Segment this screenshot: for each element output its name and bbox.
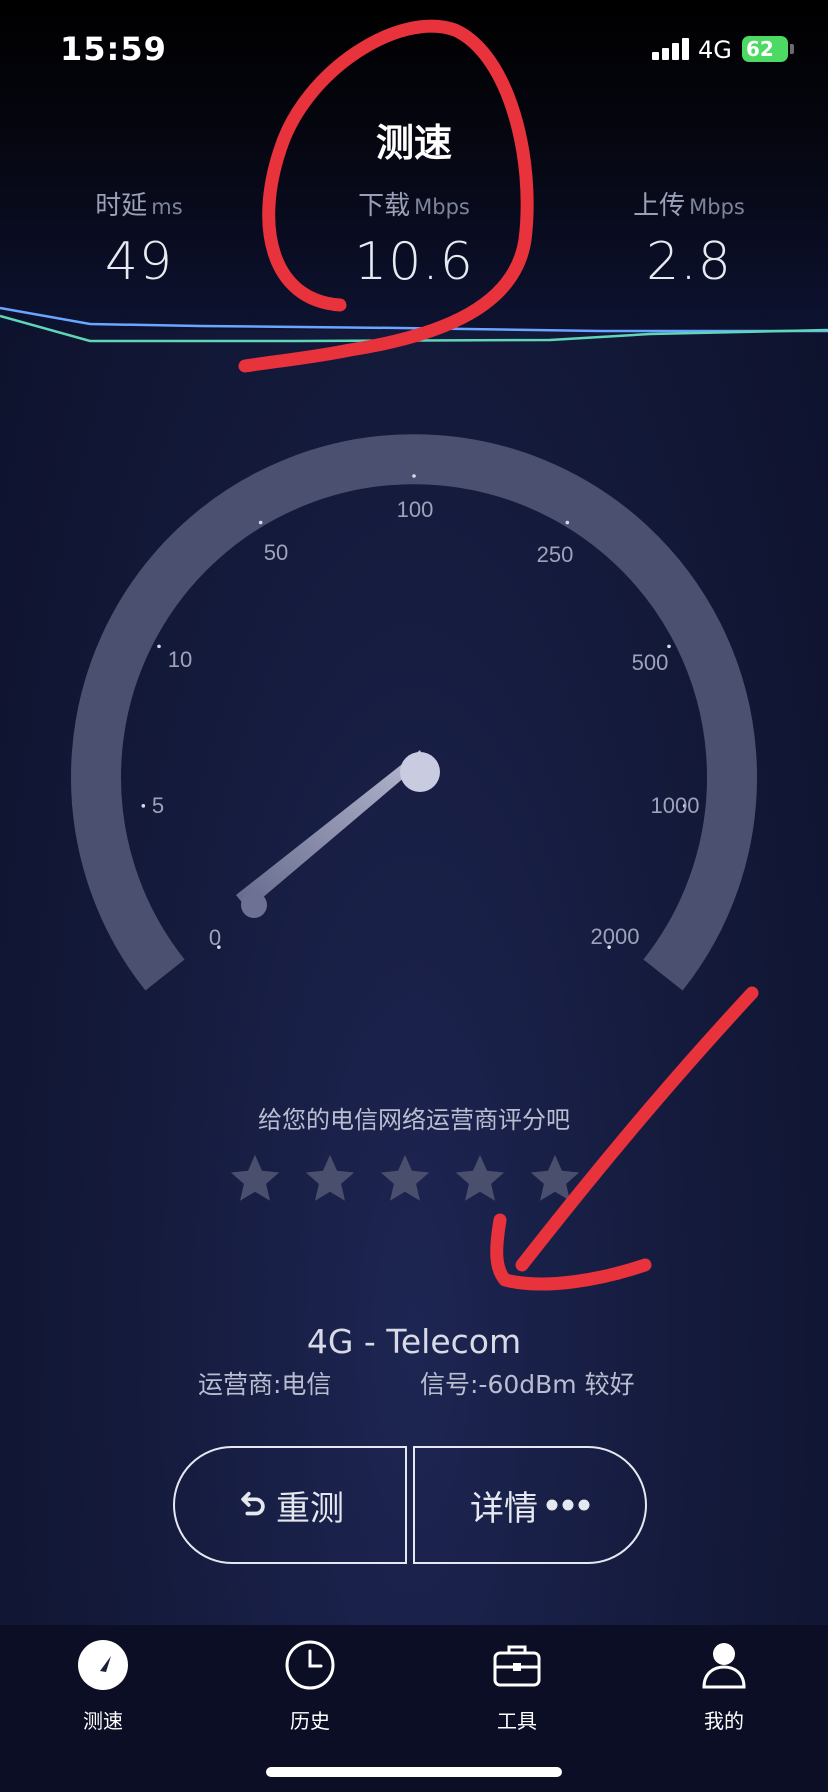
gauge-tick-label: 50 bbox=[264, 540, 288, 565]
tab-speedtest[interactable]: 测速 bbox=[43, 1637, 163, 1734]
carrier-label: 运营商:电信 bbox=[198, 1370, 332, 1399]
gauge-tick-dot bbox=[141, 804, 146, 808]
download-trace bbox=[0, 306, 828, 333]
status-time: 15:59 bbox=[60, 30, 167, 68]
gauge-needle bbox=[236, 750, 425, 910]
gauge-tick-label: 250 bbox=[537, 542, 574, 567]
tab-tools-label: 工具 bbox=[497, 1709, 537, 1733]
gauge-needle-tip bbox=[400, 752, 440, 792]
latency-value: 49 bbox=[104, 232, 174, 292]
latency-unit: ms bbox=[151, 195, 183, 219]
tab-history[interactable]: 历史 bbox=[250, 1637, 370, 1734]
toolbox-icon bbox=[489, 1637, 545, 1693]
annotation-arrow bbox=[490, 986, 759, 1291]
rating-prompt: 给您的电信网络运营商评分吧 bbox=[258, 1106, 570, 1134]
rating-stars bbox=[226, 1150, 606, 1210]
upload-value: 2.8 bbox=[646, 232, 732, 292]
download-label: 下载 bbox=[358, 191, 411, 221]
gauge-tick-dot bbox=[667, 644, 671, 649]
details-button[interactable]: 详情 bbox=[413, 1446, 647, 1564]
gauge-tick-dot bbox=[258, 520, 263, 525]
rating-star-1[interactable] bbox=[226, 1150, 284, 1208]
battery-tip bbox=[790, 44, 794, 54]
gauge-tick-dot bbox=[412, 474, 416, 478]
gauge-track bbox=[71, 434, 757, 991]
speed-trace-lines bbox=[0, 306, 828, 343]
rating-star-4[interactable] bbox=[451, 1150, 509, 1208]
latency-metric: 时延 ms 49 bbox=[19, 185, 259, 292]
clock-icon bbox=[282, 1637, 338, 1693]
gauge-tick-label: 0 bbox=[209, 925, 221, 950]
signal-strength-label: 信号:-60dBm 较好 bbox=[420, 1370, 635, 1399]
gauge-tick-dot bbox=[565, 520, 570, 525]
download-unit: Mbps bbox=[414, 195, 470, 219]
retest-button[interactable]: 重测 bbox=[173, 1446, 407, 1564]
gauge-tick-label: 1000 bbox=[651, 793, 700, 818]
tab-history-label: 历史 bbox=[290, 1709, 330, 1733]
battery-icon: 62 bbox=[742, 36, 788, 62]
tab-speedtest-label: 测速 bbox=[83, 1709, 123, 1733]
rating-star-3[interactable] bbox=[376, 1150, 434, 1208]
upload-label: 上传 bbox=[633, 191, 686, 221]
gauge-needle-base bbox=[241, 892, 267, 918]
tab-profile[interactable]: 我的 bbox=[664, 1637, 784, 1734]
download-metric: 下载 Mbps 10.6 bbox=[294, 185, 534, 292]
latency-label: 时延 bbox=[95, 191, 148, 221]
gauge-tick-label: 5 bbox=[152, 793, 164, 818]
battery-level: 62 bbox=[746, 37, 774, 61]
page-title: 测速 bbox=[375, 121, 452, 165]
retest-icon bbox=[236, 1488, 270, 1522]
action-buttons: 重测 详情 bbox=[173, 1446, 651, 1566]
network-type: 4G bbox=[698, 36, 732, 64]
download-value: 10.6 bbox=[354, 232, 474, 292]
gauge-tick-label: 2000 bbox=[591, 924, 640, 949]
home-indicator bbox=[266, 1767, 562, 1777]
cellular-signal-icon bbox=[652, 38, 690, 60]
upload-metric: 上传 Mbps 2.8 bbox=[569, 185, 809, 292]
network-title: 4G - Telecom bbox=[306, 1322, 522, 1361]
tab-profile-label: 我的 bbox=[704, 1709, 744, 1733]
speedometer-icon bbox=[75, 1637, 131, 1693]
speed-gauge: 0 5 10 50 100 250 500 1000 2000 bbox=[71, 434, 757, 991]
gauge-tick-dot bbox=[157, 644, 161, 649]
more-dots-icon bbox=[546, 1498, 590, 1512]
rating-star-5[interactable] bbox=[526, 1150, 584, 1208]
gauge-tick-label: 100 bbox=[397, 497, 434, 522]
gauge-tick-label: 10 bbox=[168, 647, 192, 672]
upload-unit: Mbps bbox=[689, 195, 745, 219]
person-icon bbox=[696, 1637, 752, 1693]
rating-star-2[interactable] bbox=[301, 1150, 359, 1208]
retest-label: 重测 bbox=[276, 1488, 344, 1529]
details-label: 详情 bbox=[470, 1488, 538, 1529]
tab-tools[interactable]: 工具 bbox=[457, 1637, 577, 1734]
gauge-tick-label: 500 bbox=[632, 650, 669, 675]
